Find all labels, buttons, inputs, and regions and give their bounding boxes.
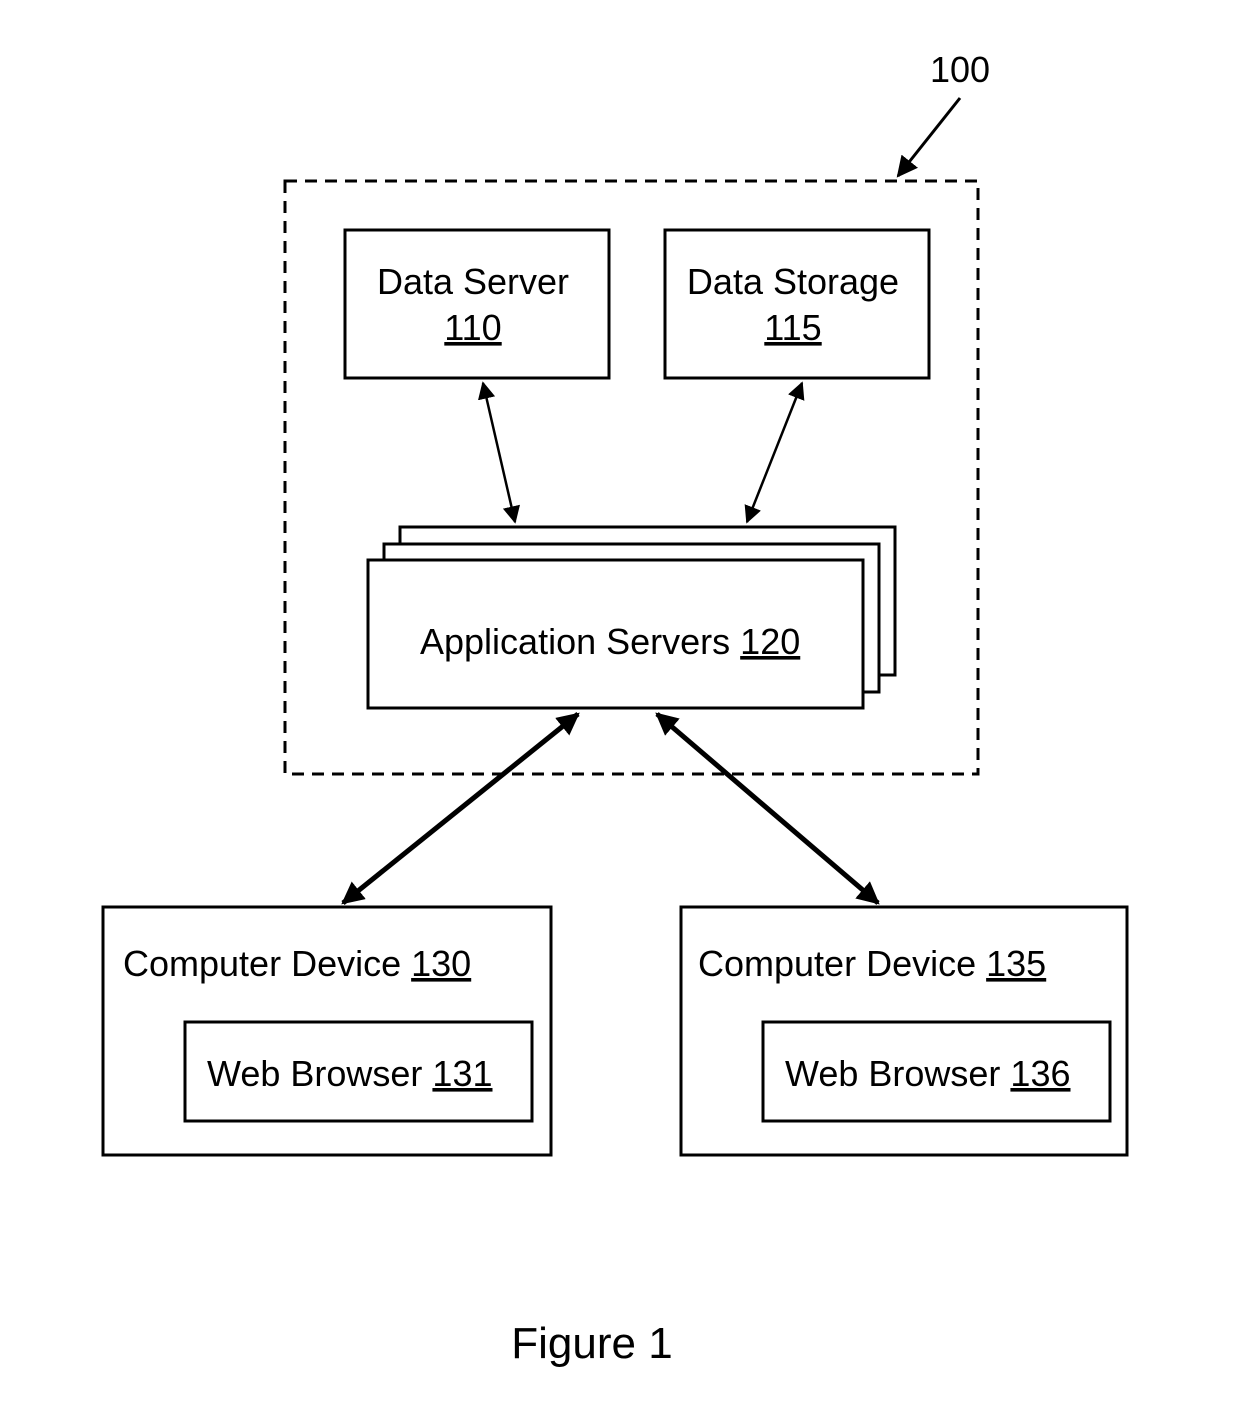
web-browser-136-label: Web Browser [785,1053,1000,1094]
computer-device-135-text: Computer Device 135 [698,943,1046,984]
web-browser-131-ref: 131 [432,1053,492,1094]
computer-device-130-label: Computer Device [123,943,401,984]
system-ref-label: 100 [930,49,990,90]
data-storage-label: Data Storage [687,261,899,302]
web-browser-136-node: Web Browser 136 [761,1020,1112,1123]
web-browser-131-node: Web Browser 131 [183,1020,534,1123]
data-storage-ref: 115 [764,307,821,348]
data-server-label: Data Server [377,261,569,302]
computer-device-130-node: Computer Device 130 Web Browser 131 [101,905,553,1157]
application-servers-text: Application Servers 120 [420,621,800,662]
data-storage-node: Data Storage 115 [663,228,931,380]
web-browser-136-ref: 136 [1010,1053,1070,1094]
computer-device-135-ref: 135 [986,943,1046,984]
computer-device-135-label: Computer Device [698,943,976,984]
system-diagram: 100 Data Server 110 Data Storage 115 App… [101,49,1129,1368]
application-servers-ref: 120 [740,621,800,662]
computer-device-130-text: Computer Device 130 [123,943,471,984]
figure-caption: Figure 1 [511,1319,672,1368]
application-servers-node: Application Servers 120 [366,525,897,710]
computer-device-130-ref: 130 [411,943,471,984]
web-browser-131-text: Web Browser 131 [207,1053,493,1094]
data-server-node: Data Server 110 [343,228,611,380]
app-device-135-link [655,712,880,905]
web-browser-136-text: Web Browser 136 [785,1053,1071,1094]
system-ref-arrow [896,97,962,178]
data-server-app-link [478,381,520,524]
web-browser-131-label: Web Browser [207,1053,422,1094]
data-server-ref: 110 [444,307,501,348]
computer-device-135-node: Computer Device 135 Web Browser 136 [679,905,1129,1157]
app-device-130-link [341,712,580,905]
application-servers-label: Application Servers [420,621,730,662]
data-storage-app-link [744,381,805,524]
